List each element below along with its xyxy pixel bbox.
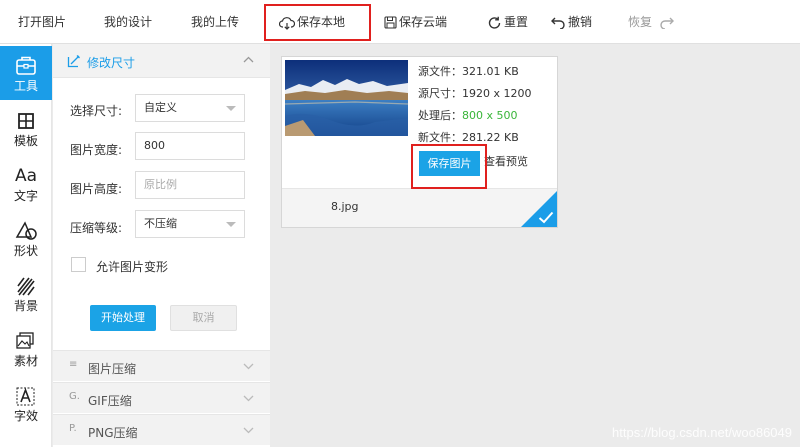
size-select[interactable]: 自定义 [135, 94, 245, 122]
watermark-text: https://blog.csdn.net/woo86049 [612, 425, 792, 440]
nav-background-label: 背景 [13, 299, 38, 313]
nav-font-effects-label: 字效 [13, 409, 38, 423]
left-tool-nav: 工具 模板 Aa 文字 形状 背景 素材 字效 [0, 44, 52, 447]
open-image-button[interactable]: 打开图片 [18, 0, 66, 44]
resize-edit-icon [67, 55, 80, 68]
height-label: 图片高度: [70, 182, 123, 196]
nav-text[interactable]: Aa 文字 [0, 156, 52, 210]
save-disk-icon [384, 16, 397, 29]
undo-button[interactable]: 撤销 [551, 0, 592, 44]
cloud-download-icon [279, 16, 295, 30]
resize-panel-header[interactable]: 修改尺寸 [53, 44, 270, 78]
save-local-button[interactable]: 保存本地 [279, 0, 345, 44]
allow-deform-checkbox[interactable] [71, 257, 86, 272]
reset-button[interactable]: 重置 [487, 0, 528, 44]
nav-shapes[interactable]: 形状 [0, 211, 52, 265]
settings-panel: 修改尺寸 选择尺寸: 自定义 图片宽度: 800 图片高度: 原比例 压缩等级:… [53, 44, 270, 447]
refresh-icon [488, 16, 501, 29]
gif-icon: G. [69, 391, 80, 402]
file-name: 8.jpg [331, 200, 359, 213]
undo-icon [551, 17, 565, 29]
nav-background[interactable]: 背景 [0, 266, 52, 320]
image-compress-icon: ≡ [69, 359, 78, 370]
landscape-photo [285, 60, 408, 136]
toolbox-icon [16, 56, 36, 75]
resize-panel-title: 修改尺寸 [87, 56, 136, 70]
background-hatch-icon [17, 277, 35, 296]
processed-value: 800 x 500 [462, 109, 518, 122]
redo-label: 恢复 [628, 15, 653, 29]
font-effect-icon [16, 387, 35, 406]
text-aa-icon: Aa [14, 166, 38, 186]
compress-label: 压缩等级: [70, 221, 123, 235]
shapes-icon [15, 221, 37, 240]
my-uploads-label: 我的上传 [191, 15, 240, 29]
allow-deform-label: 允许图片变形 [96, 260, 169, 274]
cancel-button[interactable]: 取消 [170, 305, 237, 331]
nav-templates[interactable]: 模板 [0, 101, 52, 155]
height-input[interactable]: 原比例 [135, 171, 245, 199]
save-local-label: 保存本地 [297, 15, 346, 29]
source-dimensions: 源尺寸：1920 x 1200 [418, 87, 532, 100]
open-image-label: 打开图片 [18, 15, 67, 29]
accordion-label: PNG压缩 [88, 426, 138, 440]
accordion-gif-compress[interactable]: G. GIF压缩 [53, 382, 270, 413]
nav-materials[interactable]: 素材 [0, 321, 52, 375]
top-toolbar: 打开图片 我的设计 我的上传 保存本地 保存云端 重置 撤销 恢复 [0, 0, 800, 44]
save-cloud-label: 保存云端 [399, 15, 448, 29]
save-image-button[interactable]: 保存图片 [419, 151, 480, 176]
accordion-label: 图片压缩 [88, 362, 137, 376]
nav-templates-label: 模板 [13, 134, 38, 148]
height-input-placeholder: 原比例 [144, 178, 177, 191]
reset-label: 重置 [504, 15, 529, 29]
my-designs-label: 我的设计 [104, 15, 153, 29]
image-result-card[interactable]: 源文件：321.01 KB 源尺寸：1920 x 1200 处理后：800 x … [281, 56, 558, 228]
processed-dimensions: 处理后：800 x 500 [418, 107, 518, 123]
card-footer: 8.jpg [282, 188, 557, 227]
start-process-button[interactable]: 开始处理 [90, 305, 156, 331]
size-label: 选择尺寸: [70, 104, 123, 118]
compress-select[interactable]: 不压缩 [135, 210, 245, 238]
view-preview-link[interactable]: 查看预览 [484, 153, 528, 169]
accordion-label: GIF压缩 [88, 394, 132, 408]
nav-materials-label: 素材 [13, 354, 38, 368]
new-file-size: 新文件：281.22 KB [418, 131, 519, 144]
compress-select-value: 不压缩 [144, 217, 177, 230]
nav-tools-label: 工具 [13, 79, 38, 93]
processed-label: 处理后： [418, 109, 462, 122]
accordion-image-compress[interactable]: ≡ 图片压缩 [53, 350, 270, 381]
template-grid-icon [18, 113, 34, 129]
width-input-value: 800 [144, 139, 165, 152]
source-file-size: 源文件：321.01 KB [418, 65, 519, 78]
image-thumbnail[interactable] [285, 60, 408, 136]
nav-shapes-label: 形状 [13, 244, 38, 258]
chevron-up-icon [243, 56, 254, 63]
png-icon: P. [69, 423, 77, 434]
width-label: 图片宽度: [70, 143, 123, 157]
undo-label: 撤销 [568, 15, 593, 29]
accordion-png-compress[interactable]: P. PNG压缩 [53, 414, 270, 445]
redo-icon [660, 17, 674, 29]
chevron-down-icon [243, 395, 254, 402]
width-input[interactable]: 800 [135, 132, 245, 160]
work-area: 源文件：321.01 KB 源尺寸：1920 x 1200 处理后：800 x … [271, 44, 800, 447]
check-icon [538, 211, 554, 224]
nav-font-effects[interactable]: 字效 [0, 376, 52, 430]
save-cloud-button[interactable]: 保存云端 [384, 0, 447, 44]
chevron-down-icon [243, 427, 254, 434]
dropdown-arrow-icon [226, 222, 236, 227]
dropdown-arrow-icon [226, 106, 236, 111]
image-material-icon [16, 332, 34, 349]
nav-text-label: 文字 [13, 189, 38, 203]
redo-button[interactable]: 恢复 [628, 0, 676, 44]
my-designs-button[interactable]: 我的设计 [104, 0, 152, 44]
size-select-value: 自定义 [144, 101, 177, 114]
chevron-down-icon [243, 363, 254, 370]
my-uploads-button[interactable]: 我的上传 [191, 0, 239, 44]
nav-tools[interactable]: 工具 [0, 46, 52, 100]
